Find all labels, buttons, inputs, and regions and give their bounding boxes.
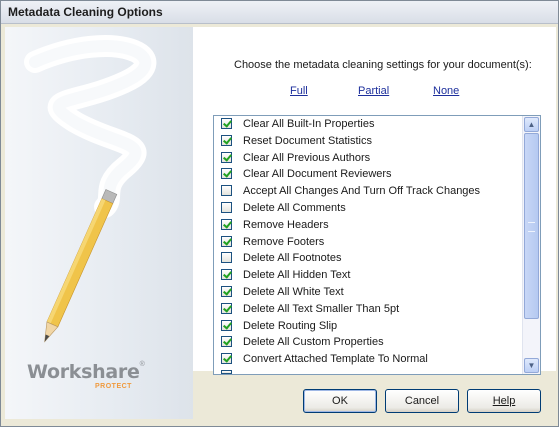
option-row[interactable]: Delete All Footnotes bbox=[214, 250, 520, 267]
option-label: Delete All Footnotes bbox=[243, 252, 342, 265]
instruction-text: Choose the metadata cleaning settings fo… bbox=[234, 59, 532, 71]
option-checkbox[interactable] bbox=[221, 118, 232, 129]
option-label: Delete All Text Smaller Than 5pt bbox=[243, 302, 400, 315]
option-row-partial[interactable] bbox=[214, 368, 520, 374]
option-row[interactable]: Clear All Built-In Properties bbox=[214, 116, 520, 133]
option-checkbox[interactable] bbox=[221, 252, 232, 264]
option-label: Convert Attached Template To Normal bbox=[243, 353, 428, 366]
option-row[interactable]: Delete All White Text bbox=[214, 284, 520, 301]
option-label: Delete All Comments bbox=[243, 201, 346, 214]
logo-wordmark: Workshare bbox=[27, 361, 140, 383]
options-list-items: Clear All Built-In Properties Reset Docum… bbox=[214, 116, 520, 374]
option-row[interactable]: Delete All Text Smaller Than 5pt bbox=[214, 301, 520, 318]
option-label: Clear All Document Reviewers bbox=[243, 168, 392, 181]
option-checkbox[interactable] bbox=[221, 168, 232, 180]
option-checkbox[interactable] bbox=[221, 151, 232, 163]
option-checkbox[interactable] bbox=[221, 185, 232, 197]
scroll-up-arrow-icon: ▲ bbox=[527, 120, 536, 129]
scroll-thumb[interactable] bbox=[524, 133, 539, 319]
option-checkbox[interactable] bbox=[221, 269, 232, 281]
option-checkbox[interactable] bbox=[221, 134, 232, 146]
dialog-title: Metadata Cleaning Options bbox=[8, 5, 163, 19]
options-panel: Choose the metadata cleaning settings fo… bbox=[193, 27, 556, 375]
option-checkbox[interactable] bbox=[221, 285, 232, 297]
select-none-link[interactable]: None bbox=[433, 85, 459, 97]
scroll-down-button[interactable]: ▼ bbox=[524, 358, 539, 373]
option-checkbox[interactable] bbox=[221, 235, 232, 247]
option-label: Delete All Hidden Text bbox=[243, 269, 351, 282]
logo-product-name: PROTECT bbox=[95, 383, 132, 390]
option-checkbox[interactable] bbox=[221, 336, 232, 348]
option-label: Remove Headers bbox=[243, 218, 329, 231]
option-checkbox[interactable] bbox=[221, 302, 232, 314]
option-label: Remove Footers bbox=[243, 235, 325, 248]
option-label: Delete All Custom Properties bbox=[243, 336, 384, 349]
list-scrollbar[interactable]: ▲ ▼ bbox=[522, 116, 540, 374]
option-checkbox[interactable] bbox=[221, 201, 232, 213]
select-partial-link[interactable]: Partial bbox=[358, 85, 389, 97]
option-row[interactable]: Remove Headers bbox=[214, 217, 520, 234]
option-row[interactable]: Delete All Custom Properties bbox=[214, 334, 520, 351]
help-button-label: Help bbox=[492, 395, 516, 407]
option-label: Delete All White Text bbox=[243, 285, 344, 298]
option-row[interactable]: Delete All Hidden Text bbox=[214, 267, 520, 284]
workshare-logo: Workshare® PROTECT bbox=[27, 361, 145, 390]
option-checkbox[interactable] bbox=[221, 319, 232, 331]
option-checkbox[interactable] bbox=[221, 218, 232, 230]
option-row[interactable]: Delete Routing Slip bbox=[214, 318, 520, 335]
logo-registered-mark: ® bbox=[139, 361, 145, 368]
scroll-down-arrow-icon: ▼ bbox=[527, 361, 536, 370]
option-row[interactable]: Reset Document Statistics bbox=[214, 133, 520, 150]
option-checkbox[interactable] bbox=[221, 369, 232, 374]
option-row[interactable]: Convert Attached Template To Normal bbox=[214, 351, 520, 368]
metadata-cleaning-dialog: Metadata Cleaning Options Workshare® PRO… bbox=[0, 0, 559, 427]
option-checkbox[interactable] bbox=[221, 353, 232, 365]
option-label: Accept All Changes And Turn Off Track Ch… bbox=[243, 185, 481, 198]
option-row[interactable]: Clear All Previous Authors bbox=[214, 150, 520, 167]
option-row[interactable]: Delete All Comments bbox=[214, 200, 520, 217]
select-full-link[interactable]: Full bbox=[290, 85, 308, 97]
option-row[interactable]: Clear All Document Reviewers bbox=[214, 166, 520, 183]
scroll-grip-icon bbox=[528, 222, 535, 232]
option-row[interactable]: Remove Footers bbox=[214, 234, 520, 251]
scroll-up-button[interactable]: ▲ bbox=[524, 117, 539, 132]
title-bar[interactable]: Metadata Cleaning Options bbox=[1, 1, 558, 24]
ok-button[interactable]: OK bbox=[303, 389, 377, 413]
cancel-button[interactable]: Cancel bbox=[385, 389, 459, 413]
option-label: Clear All Built-In Properties bbox=[243, 118, 375, 130]
option-label: Delete Routing Slip bbox=[243, 319, 338, 332]
option-label: Reset Document Statistics bbox=[243, 134, 372, 147]
option-label: Clear All Previous Authors bbox=[243, 151, 371, 164]
help-button[interactable]: Help bbox=[467, 389, 541, 413]
option-row[interactable]: Accept All Changes And Turn Off Track Ch… bbox=[214, 183, 520, 200]
cleaning-options-list[interactable]: Clear All Built-In Properties Reset Docum… bbox=[213, 115, 541, 375]
